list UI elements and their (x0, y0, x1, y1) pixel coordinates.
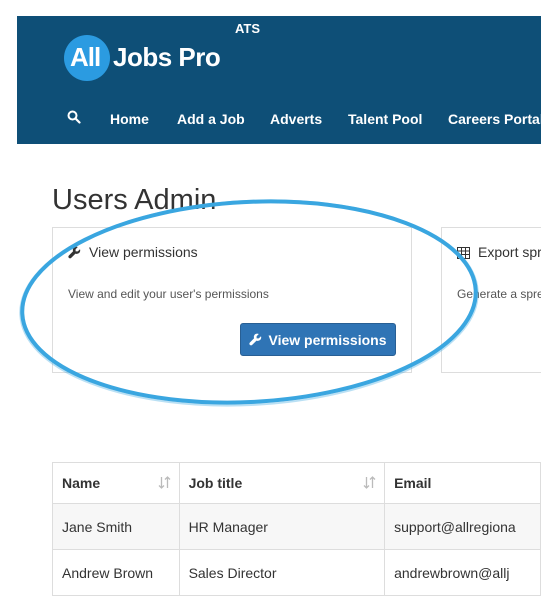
nav-home[interactable]: Home (110, 111, 149, 127)
cell-email: andrewbrown@allj (384, 549, 541, 596)
logo-text-all: All (70, 42, 101, 72)
export-spreadsheet-card: Export spre Generate a spre (441, 227, 541, 373)
view-permissions-button[interactable]: View permissions (240, 323, 396, 356)
nav-talent-pool[interactable]: Talent Pool (348, 111, 422, 127)
nav-adverts[interactable]: Adverts (270, 111, 322, 127)
cell-job-title: Sales Director (178, 549, 386, 596)
main-nav: Home Add a Job Adverts Talent Pool Caree… (17, 110, 541, 132)
wrench-icon (249, 333, 262, 346)
column-label: Job title (188, 475, 243, 491)
cell-email: support@allregiona (384, 503, 541, 550)
page-title: Users Admin (52, 184, 217, 216)
table-icon (457, 247, 470, 259)
column-label: Email (394, 475, 432, 491)
column-header-email[interactable]: Email (384, 462, 541, 504)
nav-add-a-job[interactable]: Add a Job (177, 111, 245, 127)
app-header: All Jobs Pro ATS Home Add a Job Adverts … (17, 16, 541, 144)
table-row[interactable]: Andrew Brown Sales Director andrewbrown@… (52, 549, 541, 596)
search-icon[interactable] (67, 110, 81, 124)
table-row[interactable]: Jane Smith HR Manager support@allregiona (52, 503, 541, 550)
nav-careers-portal[interactable]: Careers Portal (448, 111, 541, 127)
view-permissions-card: View permissions View and edit your user… (52, 227, 412, 373)
users-table: Name Job title Email Jane Smith HR Manag… (52, 462, 541, 596)
wrench-icon (68, 246, 81, 259)
card-heading-text: Export spre (478, 244, 541, 260)
card-description: Generate a spre (457, 287, 541, 301)
card-description: View and edit your user's permissions (68, 287, 269, 301)
column-label: Name (62, 475, 101, 491)
cell-name: Andrew Brown (52, 549, 180, 596)
column-header-name[interactable]: Name (52, 462, 180, 504)
logo-text-jobs-pro: Jobs Pro (113, 42, 221, 72)
sort-icon[interactable] (158, 476, 171, 489)
sort-icon[interactable] (363, 476, 376, 489)
column-header-job-title[interactable]: Job title (178, 462, 386, 504)
table-header-row: Name Job title Email (52, 462, 541, 504)
cell-name: Jane Smith (52, 503, 180, 550)
card-heading: View permissions (68, 244, 198, 260)
card-heading: Export spre (457, 244, 541, 260)
alljobspro-logo[interactable]: All Jobs Pro (64, 35, 244, 81)
card-heading-text: View permissions (89, 244, 198, 260)
cell-job-title: HR Manager (178, 503, 386, 550)
view-permissions-button-label: View permissions (268, 331, 387, 348)
ats-badge: ATS (235, 21, 261, 36)
